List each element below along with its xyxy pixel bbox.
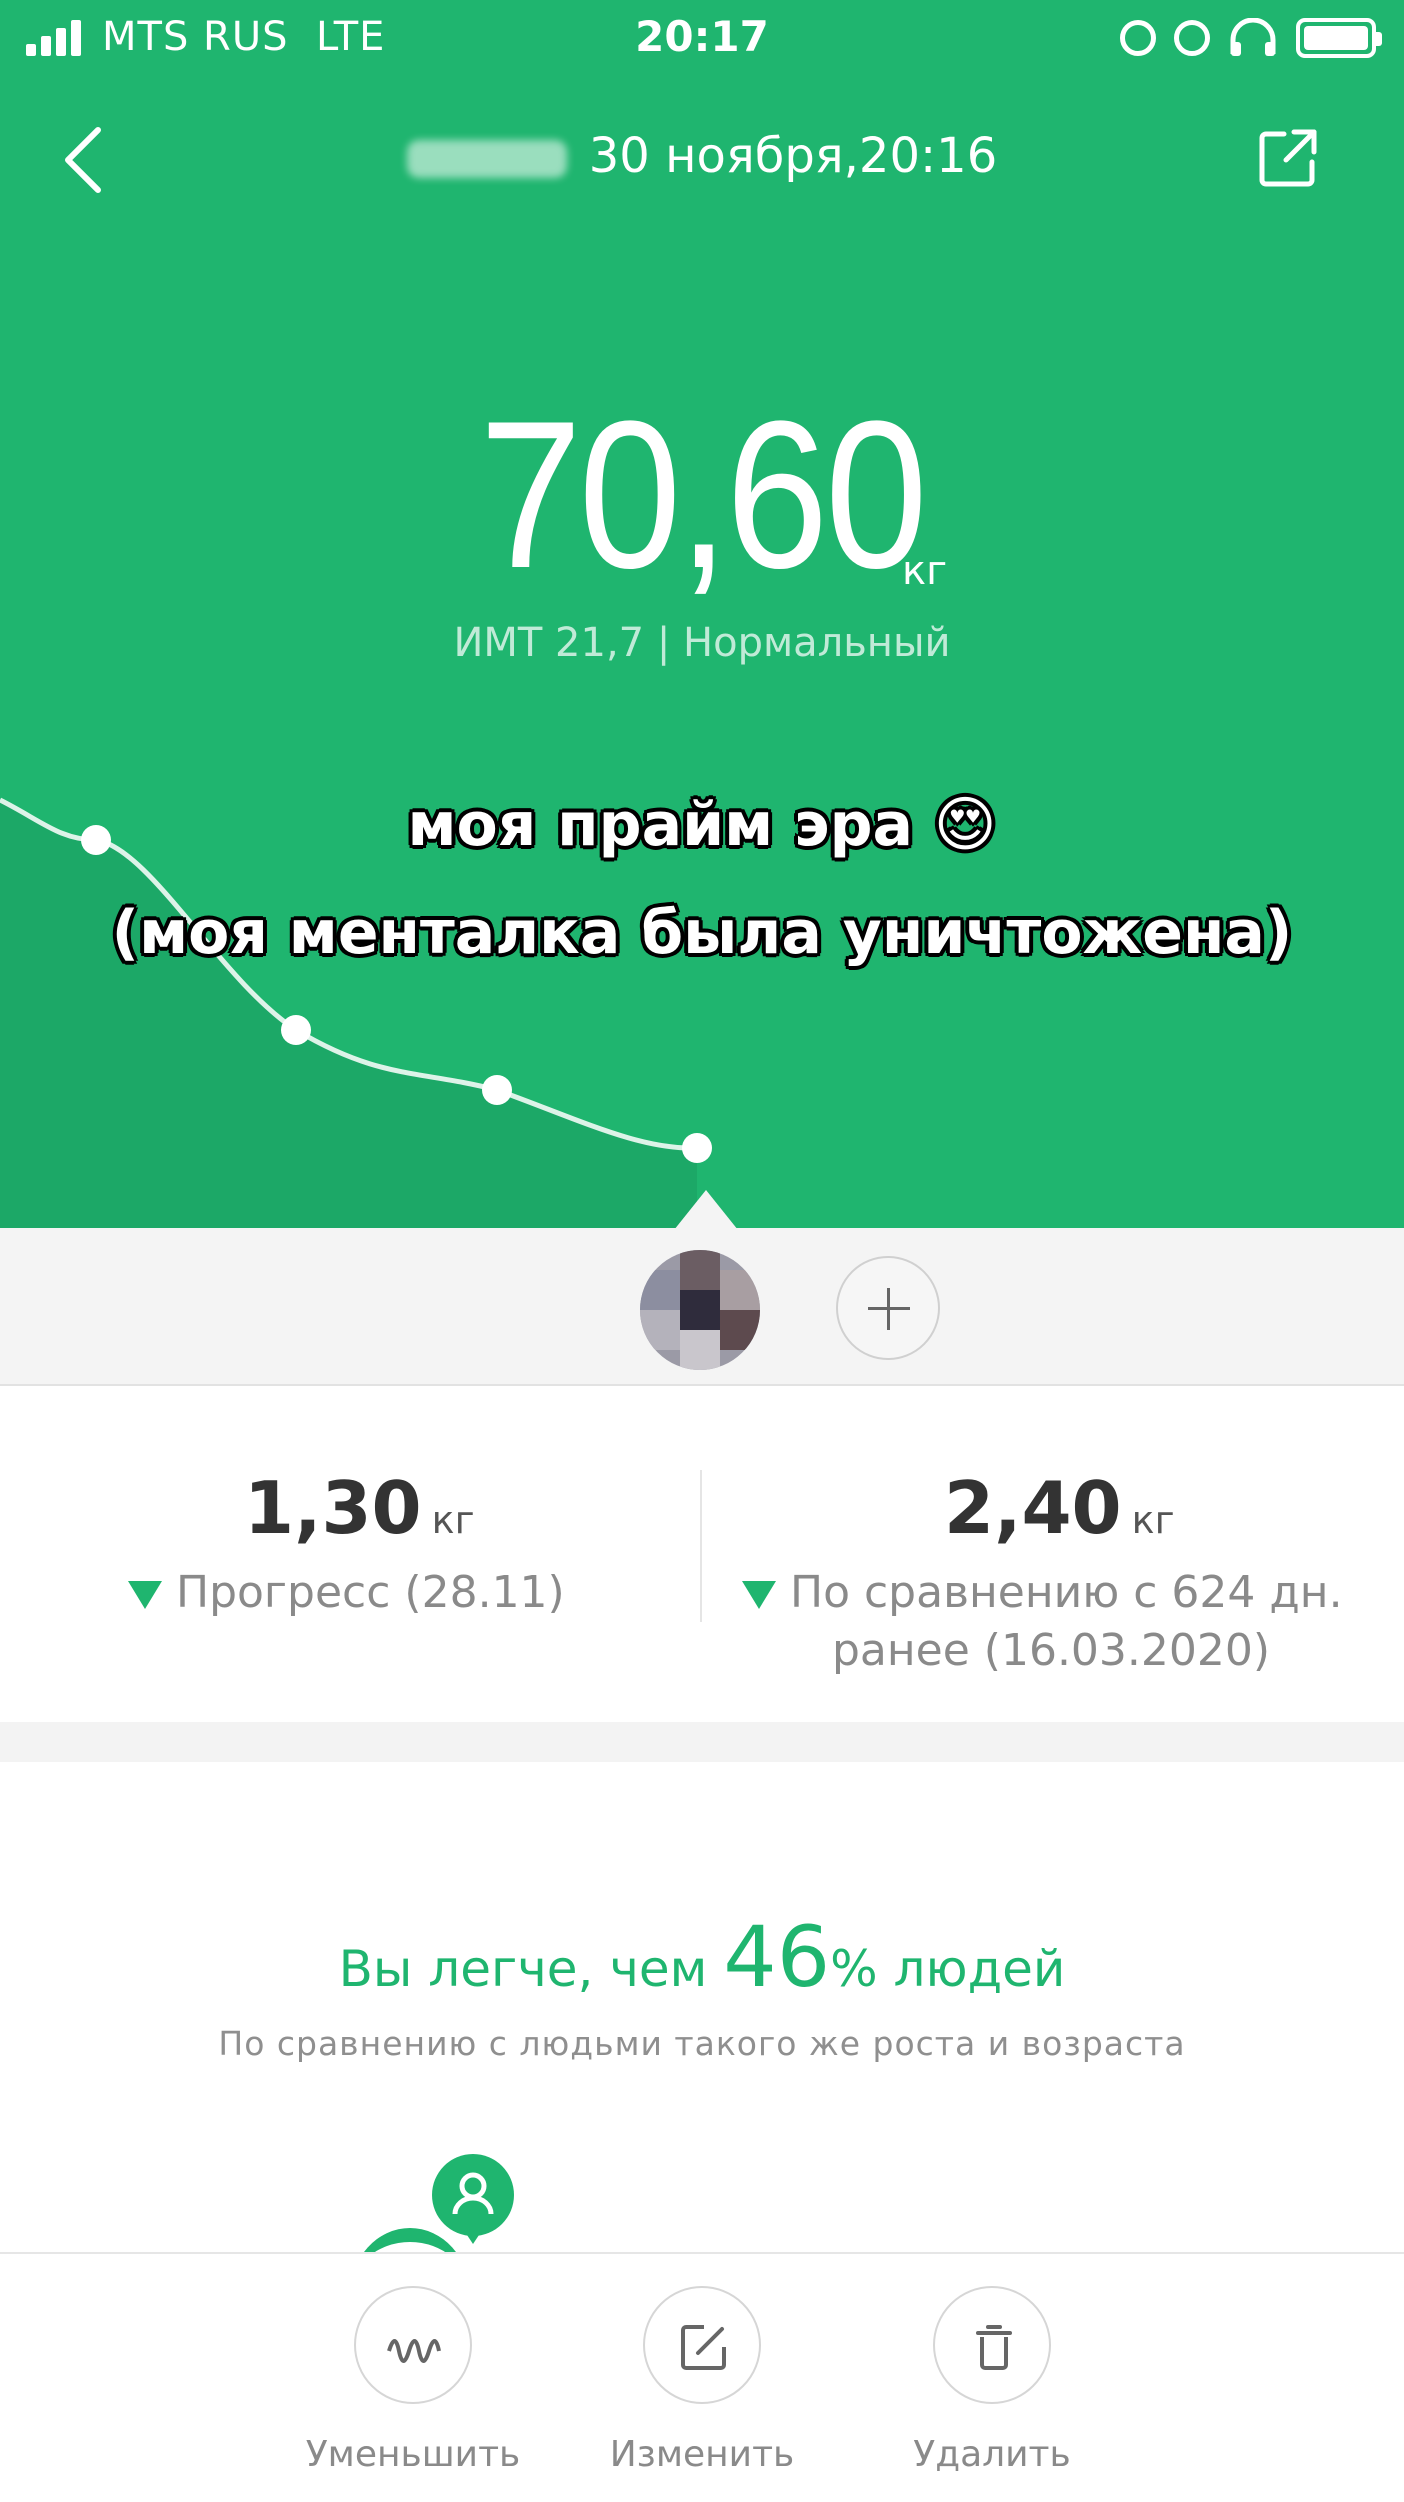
delete-button[interactable]: Удалить [872,2286,1112,2475]
weight-display: 70,60 кг [0,390,1404,600]
status-icons [1120,14,1382,62]
stats-divider [700,1470,702,1622]
trend-point [482,1075,512,1105]
progress-label: Прогресс (28.11) [128,1564,565,1622]
reduce-label: Уменьшить [305,2434,521,2475]
page-title: 30 ноября,20:16 [0,128,1404,184]
weight-unit: кг [902,548,948,594]
add-user-button[interactable] [836,1256,940,1360]
headphones-icon [1230,18,1276,56]
share-icon[interactable] [1256,126,1320,190]
caption-line-2: (моя менталка была уничтожена) [111,898,1293,968]
person-pin [432,2154,514,2244]
delete-label: Удалить [913,2434,1071,2475]
edit-icon [643,2286,761,2404]
progress-value: 1,30 кг [244,1466,475,1550]
section-gap [0,1722,1404,1762]
trend-point [682,1133,712,1163]
status-bar: MTS RUS LTE 20:17 [0,0,1404,76]
selection-pointer [674,1190,738,1230]
comparison-value: 2,40 кг [944,1466,1175,1550]
reduce-button[interactable]: Уменьшить [293,2286,533,2475]
battery-icon [1296,18,1382,58]
wave-icon [354,2286,472,2404]
people-comparison-subtitle: По сравнению с людьми такого же роста и … [218,2024,1186,2063]
blurred-username [406,140,567,178]
comparison-label: По сравнению с 624 дн. ранее (16.03.2020) [742,1564,1382,1680]
edit-label: Изменить [609,2434,795,2475]
avatar[interactable] [640,1250,760,1370]
orientation-lock-icon [1120,20,1156,56]
weight-value: 70,60 [479,377,928,612]
down-arrow-icon [128,1581,162,1609]
alarm-icon [1174,20,1210,56]
edit-button[interactable]: Изменить [582,2286,822,2475]
person-icon [452,2172,494,2215]
bmi-status: ИМТ 21,7 | Нормальный [453,620,951,666]
trash-icon [933,2286,1051,2404]
people-comparison-title: Вы легче, чем 46% людей [338,1908,1066,2006]
caption-line-1: моя прайм эра 😍 [407,790,997,860]
down-arrow-icon [742,1581,776,1609]
trend-point [281,1015,311,1045]
